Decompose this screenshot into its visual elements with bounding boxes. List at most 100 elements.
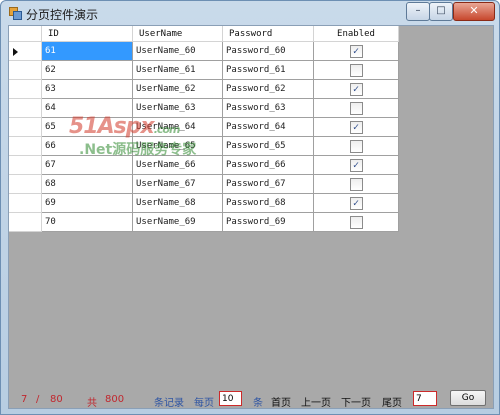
- cell-username[interactable]: UserName_62: [132, 79, 223, 99]
- row-header[interactable]: [9, 60, 42, 80]
- page-size-input[interactable]: [219, 391, 242, 406]
- enabled-checkbox[interactable]: [349, 177, 363, 191]
- column-header-id[interactable]: ID: [41, 26, 133, 42]
- row-header[interactable]: [9, 136, 42, 156]
- cell-id[interactable]: 67: [41, 155, 133, 175]
- table-row[interactable]: 61 UserName_60 Password_60 ✓: [9, 41, 399, 61]
- row-header[interactable]: [9, 212, 42, 232]
- cell-password[interactable]: Password_68: [222, 193, 314, 213]
- first-page-link[interactable]: 首页: [271, 394, 291, 409]
- last-page-link[interactable]: 尾页: [382, 394, 402, 409]
- pager-total-label: 共: [87, 398, 97, 409]
- pager-total-pages: 80: [50, 394, 63, 405]
- cell-id[interactable]: 68: [41, 174, 133, 194]
- cell-id[interactable]: 62: [41, 60, 133, 80]
- table-row[interactable]: 65 UserName_64 Password_64 ✓: [9, 117, 399, 137]
- cell-password[interactable]: Password_65: [222, 136, 314, 156]
- cell-password[interactable]: Password_69: [222, 212, 314, 232]
- cell-password[interactable]: Password_61: [222, 60, 314, 80]
- cell-username[interactable]: UserName_66: [132, 155, 223, 175]
- cell-id[interactable]: 63: [41, 79, 133, 99]
- cell-username[interactable]: UserName_69: [132, 212, 223, 232]
- table-row[interactable]: 66 UserName_65 Password_65: [9, 136, 399, 156]
- table-row[interactable]: 68 UserName_67 Password_67: [9, 174, 399, 194]
- cell-password[interactable]: Password_60: [222, 41, 314, 61]
- enabled-checkbox[interactable]: [349, 101, 363, 115]
- column-header-username[interactable]: UserName: [132, 26, 223, 42]
- cell-enabled: [313, 60, 399, 80]
- cell-username[interactable]: UserName_68: [132, 193, 223, 213]
- current-row-arrow-icon: [13, 48, 18, 56]
- pager-per-page-unit: 条: [253, 398, 263, 409]
- cell-enabled: ✓: [313, 193, 399, 213]
- pager-bar: 7 / 80 共 800 条记录 每页 条 首页 上一页 下一页 尾页 Go: [9, 390, 493, 409]
- enabled-checkbox[interactable]: [349, 139, 363, 153]
- table-row[interactable]: 64 UserName_63 Password_63: [9, 98, 399, 118]
- pager-total-count: 800: [105, 394, 125, 405]
- cell-password[interactable]: Password_67: [222, 174, 314, 194]
- cell-id[interactable]: 70: [41, 212, 133, 232]
- row-header[interactable]: [9, 193, 42, 213]
- column-header-enabled[interactable]: Enabled: [313, 26, 399, 42]
- minimize-button[interactable]: –: [406, 2, 430, 21]
- next-page-link[interactable]: 下一页: [341, 394, 371, 409]
- cell-id[interactable]: 61: [41, 41, 133, 61]
- cell-username[interactable]: UserName_61: [132, 60, 223, 80]
- main-window: 分页控件演示 – □ ✕ ID UserName Password Enable…: [0, 0, 500, 415]
- pager-current-page: 7: [21, 394, 28, 405]
- table-row[interactable]: 62 UserName_61 Password_61: [9, 60, 399, 80]
- cell-enabled: [313, 174, 399, 194]
- close-button[interactable]: ✕: [453, 2, 495, 21]
- cell-username[interactable]: UserName_65: [132, 136, 223, 156]
- row-header[interactable]: [9, 41, 42, 61]
- cell-enabled: ✓: [313, 79, 399, 99]
- enabled-checkbox[interactable]: [349, 215, 363, 229]
- table-row[interactable]: 63 UserName_62 Password_62 ✓: [9, 79, 399, 99]
- goto-page-input[interactable]: [413, 391, 437, 406]
- cell-password[interactable]: Password_63: [222, 98, 314, 118]
- enabled-checkbox[interactable]: [349, 63, 363, 77]
- prev-page-link[interactable]: 上一页: [301, 394, 331, 409]
- go-button[interactable]: Go: [450, 390, 486, 406]
- client-area: ID UserName Password Enabled 61 UserName_…: [8, 25, 494, 409]
- column-header-password[interactable]: Password: [222, 26, 314, 42]
- cell-enabled: ✓: [313, 41, 399, 61]
- cell-username[interactable]: UserName_67: [132, 174, 223, 194]
- cell-id[interactable]: 64: [41, 98, 133, 118]
- row-header[interactable]: [9, 117, 42, 137]
- cell-username[interactable]: UserName_64: [132, 117, 223, 137]
- data-grid[interactable]: ID UserName Password Enabled 61 UserName_…: [9, 26, 399, 232]
- cell-password[interactable]: Password_64: [222, 117, 314, 137]
- row-header[interactable]: [9, 98, 42, 118]
- cell-username[interactable]: UserName_63: [132, 98, 223, 118]
- table-row[interactable]: 70 UserName_69 Password_69: [9, 212, 399, 232]
- title-bar[interactable]: 分页控件演示 – □ ✕: [1, 1, 499, 25]
- pager-slash: /: [36, 394, 40, 405]
- enabled-checkbox[interactable]: ✓: [349, 120, 363, 134]
- cell-enabled: ✓: [313, 155, 399, 175]
- cell-id[interactable]: 66: [41, 136, 133, 156]
- cell-id[interactable]: 65: [41, 117, 133, 137]
- cell-password[interactable]: Password_66: [222, 155, 314, 175]
- table-row[interactable]: 69 UserName_68 Password_68 ✓: [9, 193, 399, 213]
- enabled-checkbox[interactable]: ✓: [349, 196, 363, 210]
- row-header[interactable]: [9, 174, 42, 194]
- table-row[interactable]: 67 UserName_66 Password_66 ✓: [9, 155, 399, 175]
- window-title: 分页控件演示: [26, 8, 99, 22]
- row-header[interactable]: [9, 155, 42, 175]
- enabled-checkbox[interactable]: ✓: [349, 44, 363, 58]
- cell-enabled: [313, 212, 399, 232]
- row-header-corner[interactable]: [9, 26, 42, 42]
- cell-enabled: [313, 136, 399, 156]
- enabled-checkbox[interactable]: ✓: [349, 158, 363, 172]
- row-header[interactable]: [9, 79, 42, 99]
- maximize-button[interactable]: □: [429, 2, 453, 21]
- grid-body: 61 UserName_60 Password_60 ✓ 62 UserName_61 Pa…: [9, 41, 399, 232]
- pager-per-page-label: 每页: [194, 398, 214, 409]
- enabled-checkbox[interactable]: ✓: [349, 82, 363, 96]
- cell-password[interactable]: Password_62: [222, 79, 314, 99]
- app-icon: [9, 7, 22, 20]
- pager-records-label: 条记录: [154, 398, 184, 409]
- cell-username[interactable]: UserName_60: [132, 41, 223, 61]
- cell-id[interactable]: 69: [41, 193, 133, 213]
